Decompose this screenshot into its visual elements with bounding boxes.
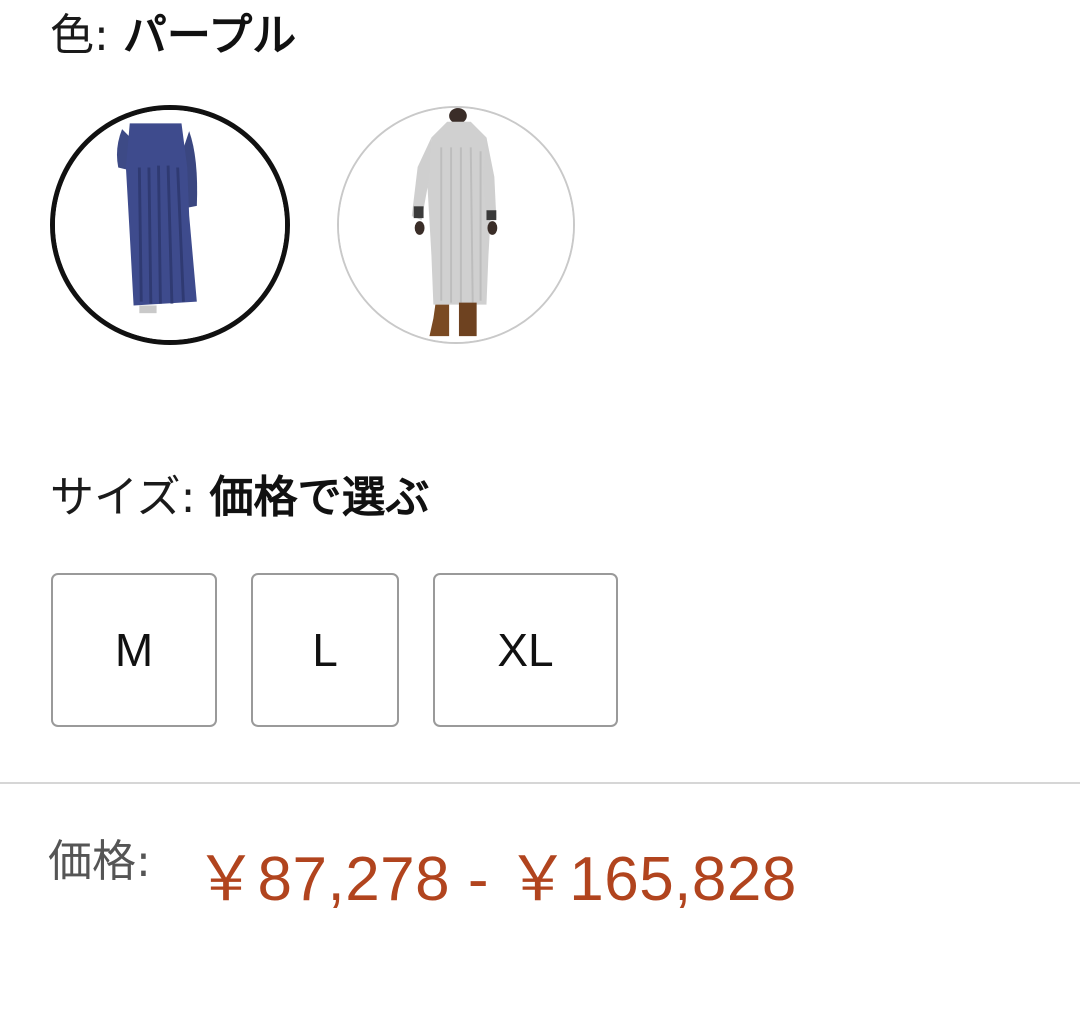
size-selected-value: 価格で選ぶ	[209, 472, 430, 523]
size-option-xl[interactable]: XL	[433, 573, 618, 727]
price-range: ￥87,278 - ￥165,828	[195, 845, 797, 914]
color-label: 色:	[50, 10, 109, 61]
size-option-l[interactable]: L	[251, 573, 399, 727]
color-selected-value: パープル	[122, 10, 297, 61]
price-label: 価格:	[48, 836, 151, 887]
purple-dress-image	[55, 110, 285, 340]
size-option-m[interactable]: M	[51, 573, 217, 727]
gray-dress-image	[339, 108, 573, 342]
color-swatch-purple[interactable]	[50, 105, 290, 345]
size-selector-heading: サイズ: 価格で選ぶ	[50, 466, 430, 530]
color-swatch-gray[interactable]	[337, 106, 575, 344]
size-label: サイズ:	[50, 472, 196, 523]
section-divider	[0, 782, 1080, 784]
color-selector-heading: 色: パープル	[50, 6, 296, 66]
